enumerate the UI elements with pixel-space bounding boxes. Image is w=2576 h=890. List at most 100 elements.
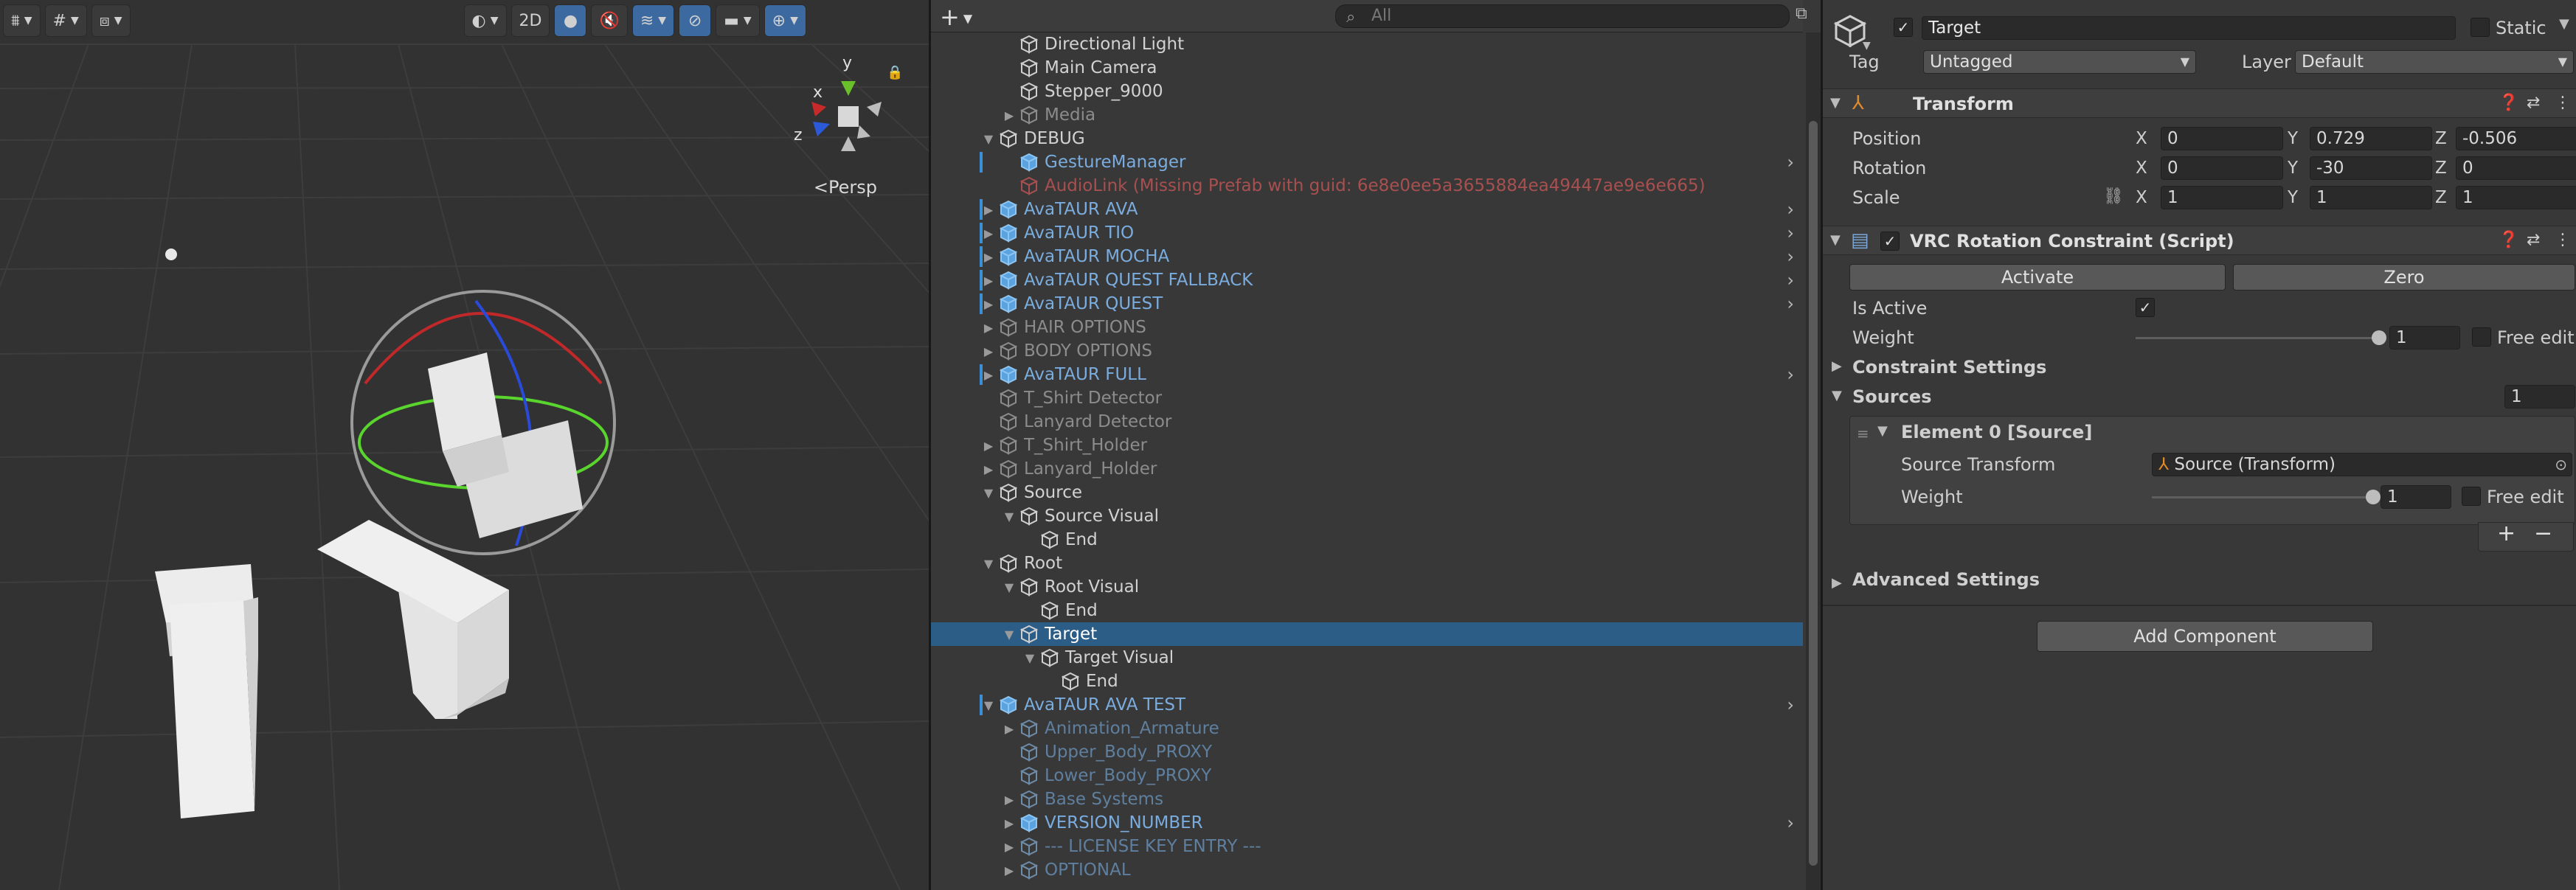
chevron-down-icon[interactable]: ▼ bbox=[1022, 651, 1037, 665]
hierarchy-row[interactable]: Upper_Body_PROXY bbox=[931, 740, 1803, 764]
effects-toggle-button[interactable]: ≋ ▼ bbox=[631, 4, 675, 37]
source-transform-field[interactable]: ⅄ Source (Transform) ⊙ bbox=[2152, 453, 2572, 476]
hierarchy-row[interactable]: ▶ BODY OPTIONS bbox=[931, 339, 1803, 363]
scene-view[interactable]: ⩩ ▼ # ▼ ⧈ ▼ ◐ ▼ 2D ● 🔇 ≋ ▼ ⊘ ▬ ▼ ⊕ ▼ y x z 🔒 <P bbox=[0, 0, 929, 890]
element-free-edit-checkbox[interactable] bbox=[2462, 487, 2481, 506]
help-icon[interactable]: ❓ bbox=[2499, 94, 2518, 112]
chevron-right-icon[interactable]: ▶ bbox=[1832, 575, 1842, 591]
hierarchy-row[interactable]: Lanyard Detector bbox=[931, 410, 1803, 434]
open-prefab-chevron-icon[interactable]: › bbox=[1787, 223, 1794, 243]
hierarchy-row[interactable]: GestureManager › bbox=[931, 150, 1803, 174]
link-icon[interactable]: ⛓ bbox=[2103, 187, 2124, 206]
hierarchy-row[interactable]: ▶ HAIR OPTIONS bbox=[931, 316, 1803, 339]
hierarchy-row[interactable]: ▶ VERSION_NUMBER › bbox=[931, 811, 1803, 835]
hierarchy-row[interactable]: ▶ AvaTAUR AVA › bbox=[931, 198, 1803, 221]
constraint-header[interactable]: ▼ ▤ ✓ VRC Rotation Constraint (Script) ❓… bbox=[1823, 226, 2576, 255]
chevron-right-icon[interactable]: ▶ bbox=[1832, 358, 1842, 374]
sources-foldout[interactable]: Sources bbox=[1852, 385, 1931, 409]
hierarchy-row[interactable]: ▶ AvaTAUR FULL › bbox=[931, 363, 1803, 386]
preset-icon[interactable]: ⇄ bbox=[2527, 94, 2540, 112]
active-toggle[interactable]: ✓ bbox=[1894, 18, 1913, 37]
element-weight-field[interactable]: 1 bbox=[2381, 485, 2451, 509]
hierarchy-row[interactable]: ▼ Source Visual bbox=[931, 504, 1803, 528]
tag-dropdown[interactable]: Untagged ▼ bbox=[1923, 50, 2196, 74]
scale-x-field[interactable]: 1 bbox=[2161, 186, 2283, 209]
hierarchy-row[interactable]: Directional Light bbox=[931, 32, 1803, 56]
hierarchy-row[interactable]: ▶ AvaTAUR QUEST › bbox=[931, 292, 1803, 316]
gizmo-x-cone[interactable] bbox=[811, 102, 826, 117]
hierarchy-row[interactable]: ▼ Target bbox=[931, 622, 1803, 646]
hierarchy-row[interactable]: T_Shirt Detector bbox=[931, 386, 1803, 410]
preset-icon[interactable]: ⇄ bbox=[2527, 231, 2540, 249]
is-active-checkbox[interactable]: ✓ bbox=[2136, 298, 2155, 317]
remove-source-button[interactable]: − bbox=[2534, 521, 2552, 546]
element-weight-slider-knob[interactable] bbox=[2366, 490, 2381, 504]
hierarchy-row[interactable]: ▼ Root Visual bbox=[931, 575, 1803, 599]
chevron-right-icon[interactable]: ▶ bbox=[981, 297, 996, 311]
chevron-down-icon[interactable]: ▼ bbox=[981, 486, 996, 500]
camera-settings-button[interactable]: ▬ ▼ bbox=[716, 4, 760, 37]
kebab-menu-icon[interactable]: ⋮ bbox=[2555, 94, 2571, 112]
hierarchy-row[interactable]: ▶ Animation_Armature bbox=[931, 717, 1803, 740]
zero-button[interactable]: Zero bbox=[2233, 264, 2575, 291]
chevron-right-icon[interactable]: ▶ bbox=[981, 226, 996, 240]
chevron-right-icon[interactable]: ▶ bbox=[1002, 816, 1017, 830]
weight-slider-track[interactable] bbox=[2136, 337, 2379, 339]
transform-header[interactable]: ▼ ⅄ Transform ❓ ⇄ ⋮ bbox=[1823, 88, 2576, 118]
hierarchy-row[interactable]: ▶ Media bbox=[931, 103, 1803, 127]
chevron-right-icon[interactable]: ▶ bbox=[981, 203, 996, 217]
element-0-foldout[interactable]: Element 0 [Source] bbox=[1901, 420, 2092, 444]
add-object-button[interactable]: + ▼ bbox=[940, 3, 972, 31]
open-prefab-chevron-icon[interactable]: › bbox=[1787, 293, 1794, 314]
help-icon[interactable]: ❓ bbox=[2499, 231, 2518, 249]
chevron-right-icon[interactable]: ▶ bbox=[981, 368, 996, 382]
chevron-down-icon[interactable]: ▼ bbox=[1002, 627, 1017, 642]
chevron-right-icon[interactable]: ▶ bbox=[1002, 722, 1017, 736]
chevron-down-icon[interactable]: ▼ bbox=[1832, 388, 1842, 403]
search-options-icon[interactable]: ⧉ bbox=[1796, 4, 1807, 23]
chevron-down-icon[interactable]: ▼ bbox=[1002, 510, 1017, 524]
scale-x-axis[interactable]: X bbox=[2136, 186, 2147, 209]
chevron-right-icon[interactable]: ▶ bbox=[1002, 863, 1017, 877]
static-toggle[interactable] bbox=[2471, 18, 2490, 37]
hierarchy-row[interactable]: ▶ Lanyard_Holder bbox=[931, 457, 1803, 481]
add-component-button[interactable]: Add Component bbox=[2037, 621, 2373, 652]
position-z-axis[interactable]: Z bbox=[2435, 127, 2447, 150]
shading-mode-button[interactable]: ◐ ▼ bbox=[463, 4, 507, 37]
increment-snap-button[interactable]: ⧈ ▼ bbox=[91, 4, 131, 37]
chevron-right-icon[interactable]: ▶ bbox=[981, 462, 996, 476]
hierarchy-row[interactable]: End bbox=[931, 670, 1803, 693]
hierarchy-row[interactable]: ▶ AvaTAUR MOCHA › bbox=[931, 245, 1803, 268]
chevron-right-icon[interactable]: ▶ bbox=[981, 274, 996, 288]
object-picker-icon[interactable]: ⊙ bbox=[2555, 453, 2567, 476]
element-weight-slider-track[interactable] bbox=[2152, 496, 2373, 498]
scale-z-axis[interactable]: Z bbox=[2435, 186, 2447, 209]
rotation-x-axis[interactable]: X bbox=[2136, 156, 2147, 180]
scrollbar-thumb[interactable] bbox=[1809, 121, 1818, 866]
hierarchy-row[interactable]: ▶ --- LICENSE KEY ENTRY --- bbox=[931, 835, 1803, 858]
chevron-right-icon[interactable]: ▶ bbox=[1002, 793, 1017, 807]
drag-handle-icon[interactable]: ≡ bbox=[1857, 425, 1869, 442]
kebab-menu-icon[interactable]: ⋮ bbox=[2555, 231, 2571, 249]
hierarchy-row[interactable]: ▼ DEBUG bbox=[931, 127, 1803, 150]
projection-toggle[interactable]: <Persp bbox=[814, 177, 877, 198]
hierarchy-row[interactable]: AudioLink (Missing Prefab with guid: 6e8… bbox=[931, 174, 1803, 198]
gizmos-button[interactable]: ⊕ ▼ bbox=[764, 4, 806, 37]
open-prefab-chevron-icon[interactable]: › bbox=[1787, 695, 1794, 715]
hierarchy-row[interactable]: ▶ T_Shirt_Holder bbox=[931, 434, 1803, 457]
scale-z-field[interactable]: 1 bbox=[2456, 186, 2576, 209]
hierarchy-row[interactable]: ▶ OPTIONAL bbox=[931, 858, 1803, 882]
hierarchy-row[interactable]: ▼ AvaTAUR AVA TEST › bbox=[931, 693, 1803, 717]
hierarchy-row[interactable]: ▶ AvaTAUR QUEST FALLBACK › bbox=[931, 268, 1803, 292]
scale-y-field[interactable]: 1 bbox=[2310, 186, 2432, 209]
component-enabled-toggle[interactable]: ✓ bbox=[1880, 232, 1900, 251]
chevron-right-icon[interactable]: ▶ bbox=[1002, 840, 1017, 854]
hierarchy-row[interactable]: ▶ AvaTAUR TIO › bbox=[931, 221, 1803, 245]
weight-field[interactable]: 1 bbox=[2389, 326, 2460, 350]
gizmo-y-cone[interactable] bbox=[841, 81, 856, 96]
chevron-down-icon[interactable]: ▼ bbox=[1877, 423, 1888, 439]
weight-slider-knob[interactable] bbox=[2372, 330, 2386, 345]
toggle-2d-button[interactable]: 2D bbox=[510, 4, 550, 37]
position-y-field[interactable]: 0.729 bbox=[2310, 127, 2432, 150]
audio-toggle-button[interactable]: 🔇 bbox=[591, 4, 628, 37]
